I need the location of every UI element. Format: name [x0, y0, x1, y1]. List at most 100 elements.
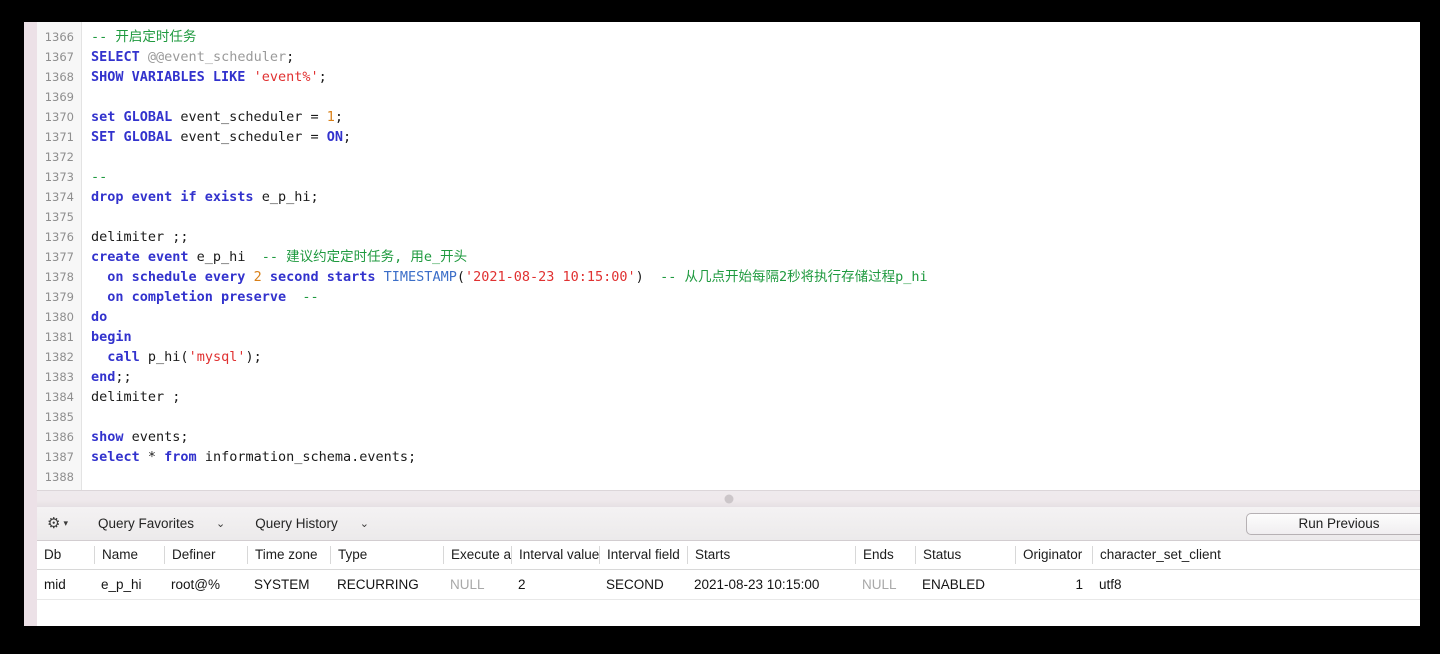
query-history-dropdown[interactable]: Query History ⌄: [255, 516, 369, 531]
code-token: SHOW VARIABLES LIKE: [91, 69, 246, 85]
results-grid[interactable]: Db Name Definer Time zone Type Execute at Inte…: [37, 541, 1420, 626]
code-token: TIMESTAMP: [383, 269, 457, 285]
code-line[interactable]: [91, 467, 1420, 487]
pane-splitter[interactable]: [37, 490, 1420, 508]
code-token: p_hi(: [139, 349, 189, 365]
column-header[interactable]: Type: [330, 546, 443, 564]
code-token: -- 建议约定定时任务, 用e_开头: [261, 249, 468, 265]
table-cell[interactable]: root@%: [164, 577, 247, 592]
code-token: information_schema.events;: [196, 449, 417, 465]
code-token: on completion preserve: [107, 289, 287, 305]
code-token: ;: [286, 49, 295, 65]
line-number: 1376: [44, 230, 74, 244]
line-number: 1366: [44, 30, 74, 44]
column-header[interactable]: character_set_client: [1092, 546, 1282, 564]
table-cell[interactable]: 2021-08-23 10:15:00: [687, 577, 855, 592]
column-header[interactable]: Name: [94, 546, 164, 564]
column-header[interactable]: Execute at: [443, 546, 511, 564]
code-line[interactable]: drop event if exists e_p_hi;: [91, 187, 1420, 207]
column-header[interactable]: Originator: [1015, 546, 1092, 564]
code-line[interactable]: create event e_p_hi -- 建议约定定时任务, 用e_开头: [91, 247, 1420, 267]
line-number: 1378: [44, 270, 74, 284]
table-cell[interactable]: mid: [37, 577, 94, 592]
table-cell[interactable]: NULL: [443, 577, 511, 592]
code-token: from: [164, 449, 197, 465]
table-cell[interactable]: SECOND: [599, 577, 687, 592]
column-header[interactable]: Db: [37, 546, 94, 564]
code-line[interactable]: SET GLOBAL event_scheduler = ON;: [91, 127, 1420, 147]
chevron-down-icon: ⌄: [359, 518, 369, 530]
table-cell[interactable]: utf8: [1092, 577, 1282, 592]
line-number: 1382: [44, 350, 74, 364]
code-line[interactable]: on completion preserve --: [91, 287, 1420, 307]
line-number: 1371: [44, 130, 74, 144]
run-previous-button[interactable]: Run Previous: [1246, 512, 1420, 535]
sql-code-area[interactable]: -- 开启定时任务 SELECT @@event_scheduler; SHOW V…: [82, 22, 1420, 490]
column-header[interactable]: Definer: [164, 546, 247, 564]
table-cell[interactable]: 1: [1015, 577, 1092, 592]
code-token: --: [302, 289, 319, 305]
table-cell[interactable]: NULL: [855, 577, 915, 592]
line-number: 1372: [44, 150, 74, 164]
table-cell[interactable]: e_p_hi: [94, 577, 164, 592]
code-token: -- 开启定时任务: [91, 29, 197, 45]
line-number: 1373: [44, 170, 74, 184]
code-token: event_scheduler =: [172, 109, 327, 125]
settings-menu-button[interactable]: ⚙ ▾: [47, 516, 68, 531]
code-line[interactable]: on schedule every 2 second starts TIMEST…: [91, 267, 1420, 287]
table-cell[interactable]: SYSTEM: [247, 577, 330, 592]
line-number: 1386: [44, 430, 74, 444]
table-cell[interactable]: RECURRING: [330, 577, 443, 592]
column-header[interactable]: Ends: [855, 546, 915, 564]
code-token: drop event if exists: [91, 189, 254, 205]
grid-row-underlay: [37, 600, 1420, 626]
table-row[interactable]: mid e_p_hi root@% SYSTEM RECURRING NULL 2 SECON…: [37, 570, 1420, 600]
code-token: ON: [326, 129, 343, 145]
splitter-grip-handle[interactable]: [724, 494, 733, 504]
column-header[interactable]: Interval field: [599, 546, 687, 564]
code-line[interactable]: [91, 87, 1420, 107]
code-line[interactable]: delimiter ;;: [91, 227, 1420, 247]
code-line[interactable]: --: [91, 167, 1420, 187]
code-line[interactable]: end;;: [91, 367, 1420, 387]
code-line[interactable]: set GLOBAL event_scheduler = 1;: [91, 107, 1420, 127]
code-token: ): [635, 269, 644, 285]
code-token: show: [91, 429, 124, 445]
code-line[interactable]: delimiter ;: [91, 387, 1420, 407]
code-token: events;: [123, 429, 189, 445]
code-token: 1: [326, 109, 335, 125]
column-header[interactable]: Time zone: [247, 546, 330, 564]
code-line[interactable]: [91, 407, 1420, 427]
table-cell[interactable]: 2: [511, 577, 599, 592]
column-header[interactable]: Interval value: [511, 546, 599, 564]
query-favorites-dropdown[interactable]: Query Favorites ⌄: [98, 516, 225, 531]
code-line[interactable]: [91, 147, 1420, 167]
code-line[interactable]: SELECT @@event_scheduler;: [91, 47, 1420, 67]
code-token: call: [107, 349, 140, 365]
column-header[interactable]: Status: [915, 546, 1015, 564]
code-token: *: [139, 449, 165, 465]
code-line[interactable]: begin: [91, 327, 1420, 347]
code-line[interactable]: call p_hi('mysql');: [91, 347, 1420, 367]
sql-editor-pane[interactable]: 1366 1367 1368 1369 1370 1371 1372 1373 1374 1375…: [37, 22, 1420, 490]
code-line[interactable]: do: [91, 307, 1420, 327]
code-token: SELECT: [91, 49, 140, 65]
column-header[interactable]: Starts: [687, 546, 855, 564]
code-token: ;: [318, 69, 327, 85]
code-token: @@event_scheduler: [147, 49, 287, 65]
code-line[interactable]: select * from information_schema.events;: [91, 447, 1420, 467]
line-number: 1379: [44, 290, 74, 304]
code-token: 2: [253, 269, 262, 285]
code-token: ;: [342, 129, 352, 145]
gear-icon: ⚙: [47, 515, 61, 532]
code-line[interactable]: SHOW VARIABLES LIKE 'event%';: [91, 67, 1420, 87]
code-line[interactable]: [91, 207, 1420, 227]
table-cell[interactable]: ENABLED: [915, 577, 1015, 592]
code-line[interactable]: -- 开启定时任务: [91, 27, 1420, 47]
code-line[interactable]: show events;: [91, 427, 1420, 447]
